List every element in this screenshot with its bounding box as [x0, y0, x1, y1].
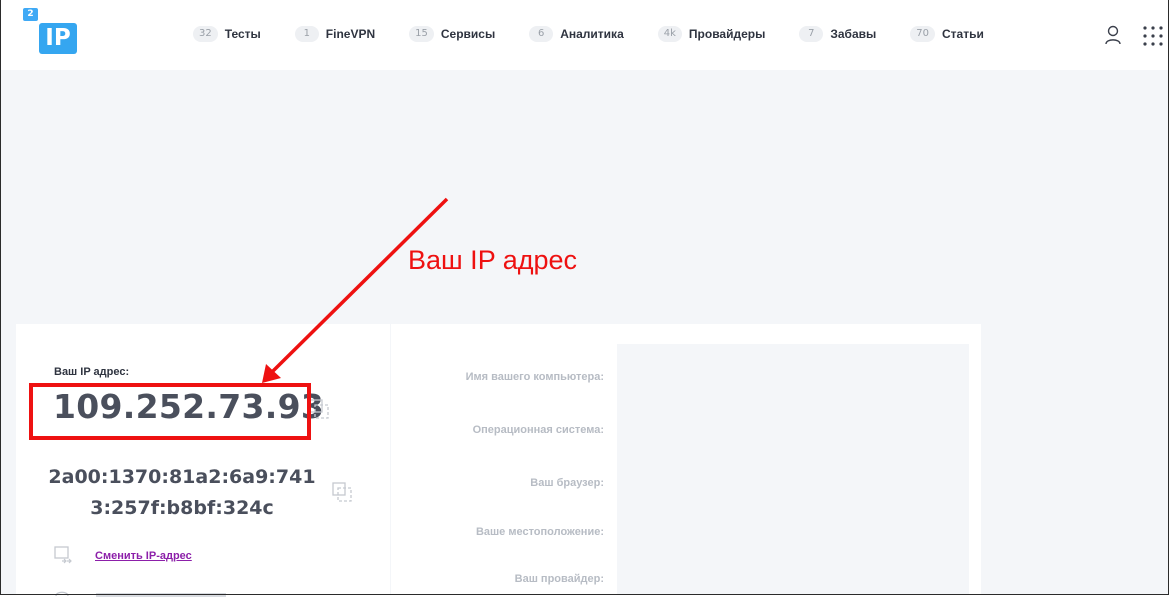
- window-frame: [0, 0, 1169, 595]
